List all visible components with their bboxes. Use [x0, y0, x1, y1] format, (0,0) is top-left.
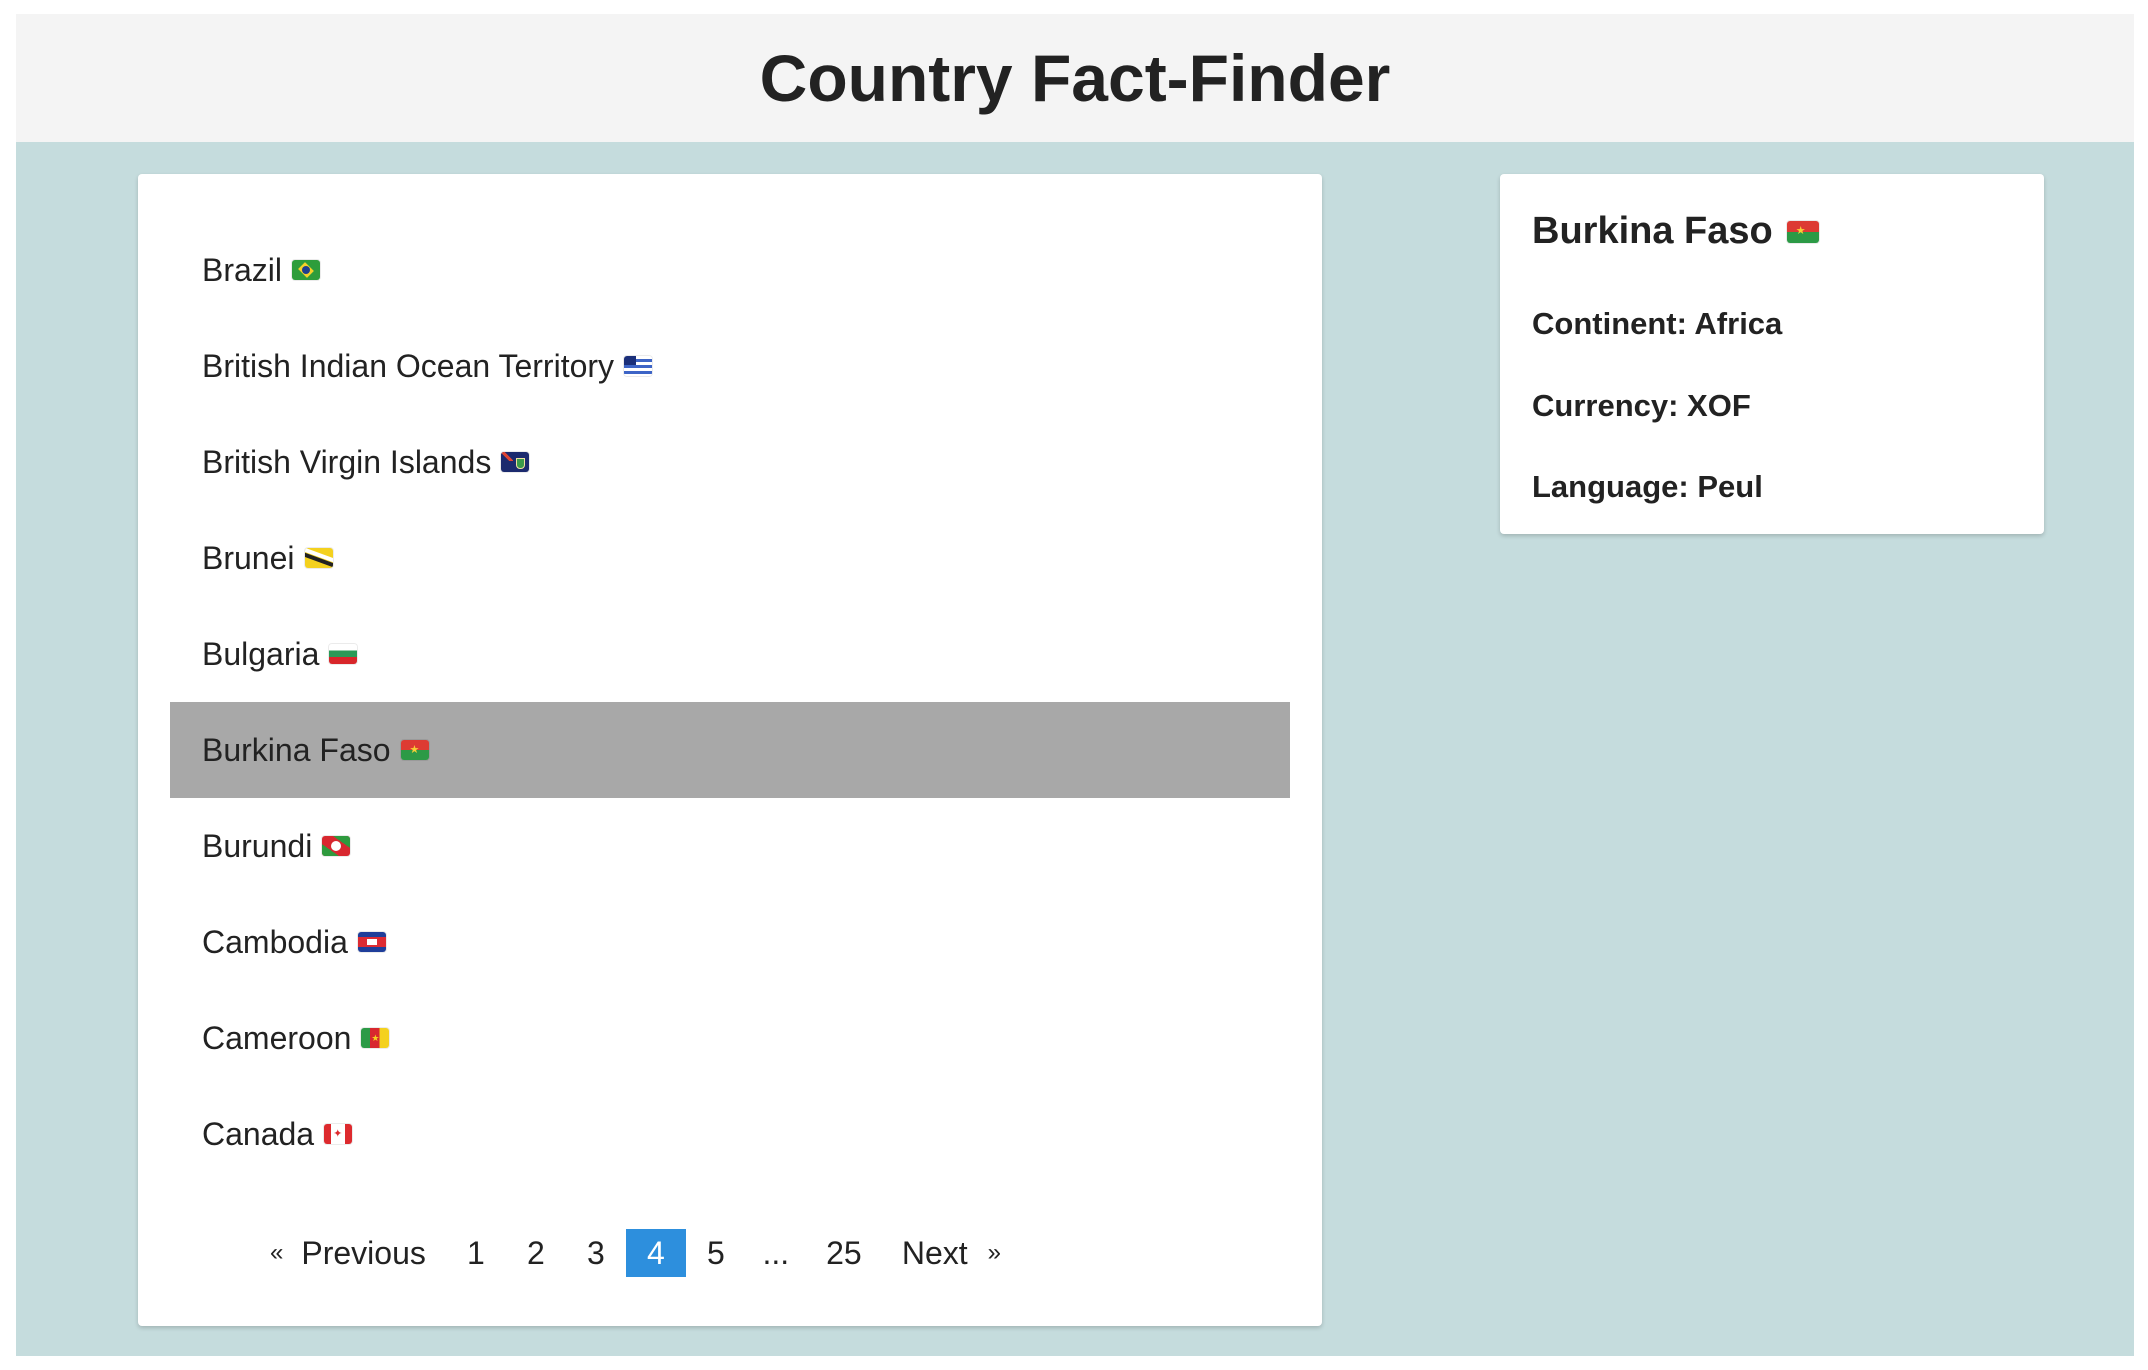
flag-brazil-icon — [292, 260, 321, 280]
page-4-button[interactable]: 4 — [625, 1229, 686, 1277]
list-item-cambodia[interactable]: Cambodia — [170, 894, 1290, 990]
country-list-card: Brazil British Indian Ocean Territory Br… — [138, 174, 1322, 1326]
country-name: British Indian Ocean Territory — [202, 347, 615, 384]
detail-country-name: Burkina Faso — [1532, 210, 1773, 252]
country-name: Burundi — [202, 827, 313, 864]
detail-language: Language: Peul — [1532, 469, 1763, 504]
page-2-button[interactable]: 2 — [506, 1229, 566, 1277]
country-name: Bulgaria — [202, 635, 320, 672]
flag-brunei-icon — [304, 548, 333, 568]
country-name: Cambodia — [202, 923, 348, 960]
list-item-burkina-faso[interactable]: Burkina Faso — [170, 702, 1290, 798]
flag-british-indian-ocean-territory-icon — [624, 356, 653, 376]
flag-cambodia-icon — [357, 932, 386, 952]
page-1-button[interactable]: 1 — [446, 1229, 506, 1277]
previous-page-button[interactable]: Previous — [291, 1229, 446, 1277]
country-name: Brunei — [202, 539, 295, 576]
detail-currency: Currency: XOF — [1532, 388, 1751, 423]
list-item-brazil[interactable]: Brazil — [170, 222, 1290, 318]
country-name: Brazil — [202, 251, 283, 288]
flag-burkina-faso-icon — [400, 740, 429, 760]
flag-bulgaria-icon — [329, 644, 358, 664]
app-title: Country Fact-Finder — [759, 41, 1391, 115]
detail-continent: Continent: Africa — [1532, 306, 1783, 341]
country-name: Canada — [202, 1115, 315, 1152]
country-detail-card: Burkina Faso Continent: Africa Currency:… — [1500, 174, 2044, 534]
flag-british-virgin-islands-icon — [501, 452, 530, 472]
country-name: Burkina Faso — [202, 731, 391, 768]
list-item-british-virgin-islands[interactable]: British Virgin Islands — [170, 414, 1290, 510]
app-header: Country Fact-Finder — [16, 14, 2134, 142]
country-name: Cameroon — [202, 1019, 352, 1056]
next-arrow-icon[interactable]: » — [988, 1229, 1001, 1277]
country-list: Brazil British Indian Ocean Territory Br… — [170, 222, 1290, 1182]
app-container: Country Fact-Finder Brazil British India… — [16, 14, 2134, 1356]
country-name: British Virgin Islands — [202, 443, 492, 480]
page-3-button[interactable]: 3 — [566, 1229, 626, 1277]
flag-cameroon-icon — [361, 1028, 390, 1048]
list-item-burundi[interactable]: Burundi — [170, 798, 1290, 894]
previous-arrow-icon[interactable]: « — [270, 1229, 291, 1277]
flag-burkina-faso-icon — [1786, 220, 1819, 243]
list-item-brunei[interactable]: Brunei — [170, 510, 1290, 606]
page-ellipsis: ... — [762, 1234, 790, 1271]
next-page-button[interactable]: Next — [882, 1229, 988, 1277]
detail-title: Burkina Faso — [1532, 210, 1819, 253]
pagination: « Previous 1 2 3 4 5 ... 25 Next » — [270, 1229, 1001, 1277]
page-25-button[interactable]: 25 — [806, 1229, 882, 1277]
flag-canada-icon — [324, 1124, 353, 1144]
list-item-british-indian-ocean-territory[interactable]: British Indian Ocean Territory — [170, 318, 1290, 414]
list-item-bulgaria[interactable]: Bulgaria — [170, 606, 1290, 702]
list-item-cameroon[interactable]: Cameroon — [170, 990, 1290, 1086]
page-5-button[interactable]: 5 — [686, 1229, 746, 1277]
flag-burundi-icon — [322, 836, 351, 856]
list-item-canada[interactable]: Canada — [170, 1086, 1290, 1182]
